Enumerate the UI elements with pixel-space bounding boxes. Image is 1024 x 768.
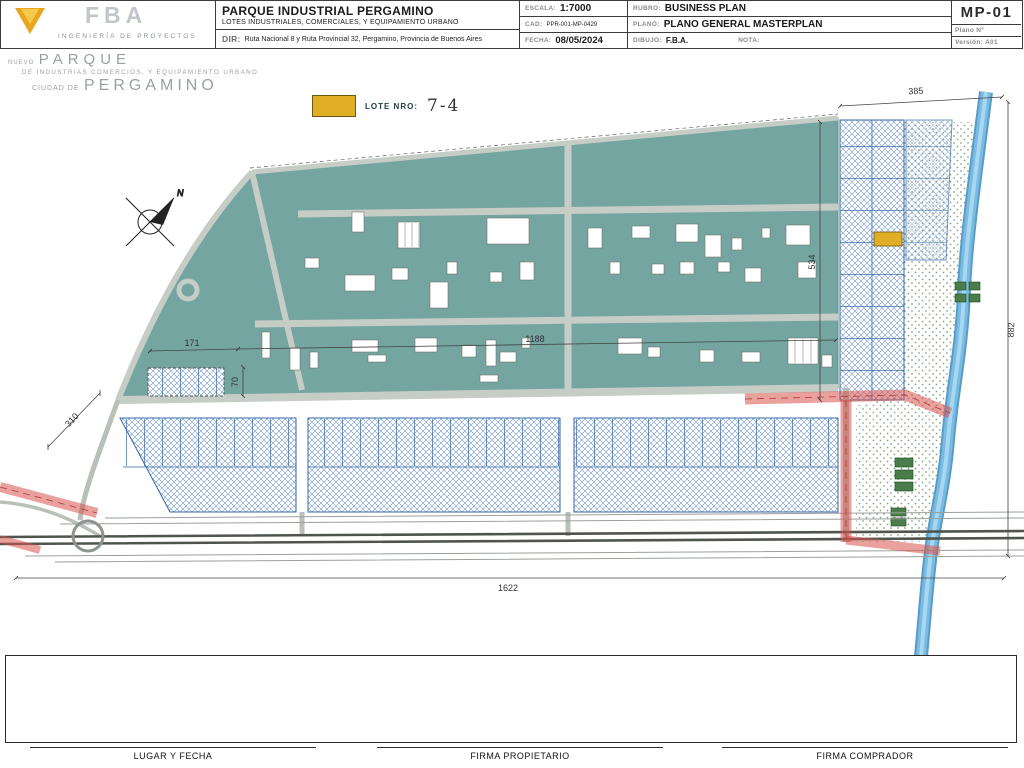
highlighted-lot-7-4 (873, 231, 903, 247)
sheet-number: MP-01 (952, 1, 1021, 25)
date-row: FECHA: 08/05/2024 (520, 33, 627, 48)
logo-tagline: INGENIERÍA DE PROYECTOS (58, 33, 197, 40)
cad-row: CAD: PPR-001-MP-0429 (520, 17, 627, 33)
signature-caption: LUGAR Y FECHA (133, 751, 213, 761)
dibujo-nota-row: DIBUJO: F.B.A. NOTA: (628, 33, 951, 48)
sheet-plano-n: Plano N° (952, 25, 1021, 37)
dir-label: DIR: (222, 34, 241, 44)
meta-block: ESCALA: 1:7000 CAD: PPR-001-MP-0429 FECH… (519, 1, 627, 48)
sheet-version: Versión: A01 (952, 37, 1021, 48)
logo-block: FBA INGENIERÍA DE PROYECTOS (1, 1, 215, 48)
plano-value: PLANO GENERAL MASTERPLAN (663, 19, 823, 30)
dim-1188: 1188 (525, 334, 544, 344)
project-subtitle: LOTES INDUSTRIALES, COMERCIALES, Y EQUIP… (222, 19, 459, 26)
project-address-row: DIR: Ruta Nacional 8 y Ruta Provincial 3… (216, 30, 519, 48)
sheet-number-block: MP-01 Plano N° Versión: A01 (951, 1, 1021, 48)
logo-brand: FBA (85, 2, 148, 28)
rubro-row: RUBRO: BUSINESS PLAN (628, 1, 951, 17)
sheet-version-label: Versión: (955, 39, 984, 46)
lots-area (119, 417, 839, 513)
north-arrow-icon: N (125, 188, 185, 247)
title-block: FBA INGENIERÍA DE PROYECTOS PARQUE INDUS… (0, 0, 1023, 49)
plan-info-block: RUBRO: BUSINESS PLAN PLANO: PLANO GENERA… (627, 1, 951, 48)
dim-882: 882 (1006, 322, 1017, 337)
dim-70: 70 (230, 377, 240, 387)
project-title: PARQUE INDUSTRIAL PERGAMINO (222, 4, 434, 18)
dim-534: 534 (807, 254, 817, 269)
project-title-row: PARQUE INDUSTRIAL PERGAMINO LOTES INDUST… (216, 1, 519, 30)
dim-310: 310 (63, 411, 81, 429)
plano-row: PLANO: PLANO GENERAL MASTERPLAN (628, 17, 951, 33)
signature-field-lugar-y-fecha: LUGAR Y FECHA (30, 747, 316, 761)
signature-caption: FIRMA COMPRADOR (816, 751, 914, 761)
date-value: 08/05/2024 (555, 35, 603, 46)
sheet-plano-n-label: Plano N° (955, 27, 985, 34)
scale-row: ESCALA: 1:7000 (520, 1, 627, 17)
dim-171: 171 (184, 338, 199, 348)
project-block: PARQUE INDUSTRIAL PERGAMINO LOTES INDUST… (215, 1, 519, 48)
signature-box (5, 655, 1017, 743)
rubro-value: BUSINESS PLAN (664, 3, 746, 14)
signature-line (377, 747, 663, 748)
fba-logo-icon (15, 8, 45, 34)
dimensioned-lot (147, 367, 225, 397)
sheet-version-value: A01 (985, 39, 998, 46)
cad-value: PPR-001-MP-0429 (546, 21, 598, 28)
roundabout (176, 278, 200, 302)
date-label: FECHA: (525, 37, 552, 44)
scale-label: ESCALA: (525, 5, 556, 12)
cad-label: CAD: (525, 21, 543, 28)
plano-label: PLANO: (633, 21, 660, 28)
masterplan-drawing: N 385 534 882 1188 171 70 310 1622 (0, 86, 1024, 657)
signature-line (722, 747, 1008, 748)
scale-value: 1:7000 (560, 3, 592, 14)
dir-value: Ruta Nacional 8 y Ruta Provincial 32, Pe… (244, 35, 483, 43)
signature-field-firma-comprador: FIRMA COMPRADOR (722, 747, 1008, 761)
dibujo-label: DIBUJO: (633, 37, 662, 44)
nota-label: NOTA: (738, 37, 760, 44)
industrial-area (115, 113, 839, 404)
dim-1622: 1622 (498, 583, 518, 593)
dim-385: 385 (908, 86, 924, 97)
signature-caption: FIRMA PROPIETARIO (470, 751, 570, 761)
signature-field-firma-propietario: FIRMA PROPIETARIO (377, 747, 663, 761)
dibujo-value: F.B.A. (665, 36, 689, 45)
signature-line (30, 747, 316, 748)
rubro-label: RUBRO: (633, 5, 661, 12)
north-label: N (177, 188, 184, 198)
